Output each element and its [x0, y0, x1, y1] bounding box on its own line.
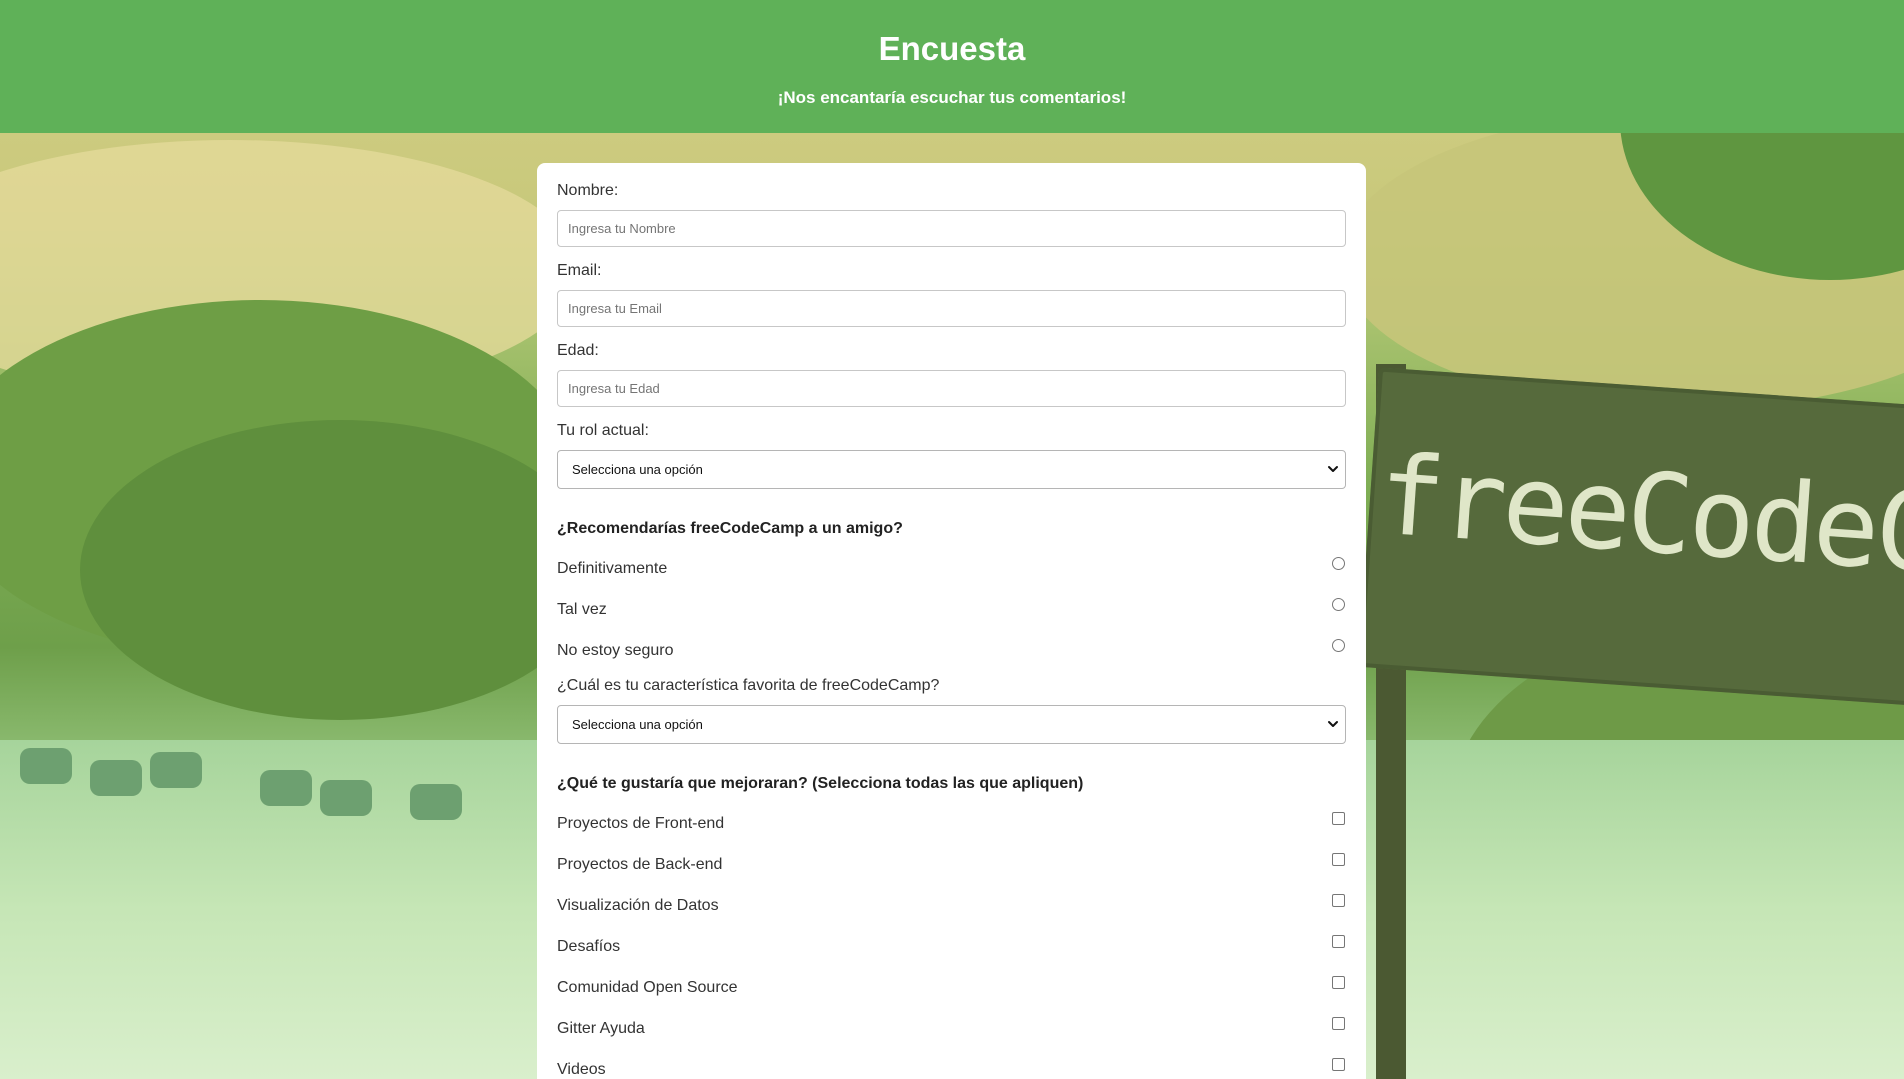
- improve-option-label: Videos: [557, 1061, 606, 1078]
- improve-checkbox-open-source[interactable]: [1332, 976, 1345, 989]
- improve-option-label: Visualización de Datos: [557, 897, 719, 914]
- improve-option-label: Proyectos de Front-end: [557, 815, 725, 832]
- improve-option-label: Gitter Ayuda: [557, 1020, 645, 1037]
- role-dropdown[interactable]: Selecciona una opción: [557, 450, 1346, 489]
- recommend-option-label: Tal vez: [557, 601, 607, 618]
- recommend-radio-tal-vez[interactable]: [1332, 598, 1345, 611]
- improve-checkbox-front-end[interactable]: [1332, 812, 1345, 825]
- email-label: Email:: [557, 262, 602, 279]
- name-label: Nombre:: [557, 182, 619, 199]
- improve-option-label: Proyectos de Back-end: [557, 856, 723, 873]
- recommend-radio-no-seguro[interactable]: [1332, 639, 1345, 652]
- improve-checkbox-data-viz[interactable]: [1332, 894, 1345, 907]
- name-input[interactable]: [557, 210, 1346, 247]
- recommend-question: ¿Recomendarías freeCodeCamp a un amigo?: [557, 520, 903, 537]
- chevron-down-icon: [1328, 721, 1338, 727]
- improve-option-label: Comunidad Open Source: [557, 979, 738, 996]
- improve-checkbox-gitter[interactable]: [1332, 1017, 1345, 1030]
- improve-option-label: Desafíos: [557, 938, 621, 955]
- improve-checkbox-videos[interactable]: [1332, 1058, 1345, 1071]
- chevron-down-icon: [1328, 466, 1338, 472]
- recommend-radio-definitivamente[interactable]: [1332, 557, 1345, 570]
- recommend-option-label: Definitivamente: [557, 560, 668, 577]
- improve-question: ¿Qué te gustaría que mejoraran? (Selecci…: [557, 775, 1084, 792]
- favorite-dropdown[interactable]: Selecciona una opción: [557, 705, 1346, 744]
- favorite-label: ¿Cuál es tu característica favorita de f…: [557, 677, 940, 694]
- role-dropdown-value: Selecciona una opción: [572, 462, 703, 477]
- email-input[interactable]: [557, 290, 1346, 327]
- favorite-dropdown-value: Selecciona una opción: [572, 717, 703, 732]
- improve-checkbox-back-end[interactable]: [1332, 853, 1345, 866]
- survey-form: Nombre: Email: Edad: Tu rol actual: Sele…: [537, 163, 1366, 1079]
- improve-checkbox-challenges[interactable]: [1332, 935, 1345, 948]
- recommend-option-label: No estoy seguro: [557, 642, 674, 659]
- page-header: Encuesta ¡Nos encantaría escuchar tus co…: [0, 0, 1904, 133]
- age-label: Edad:: [557, 342, 599, 359]
- role-label: Tu rol actual:: [557, 422, 649, 439]
- page-description: ¡Nos encantaría escuchar tus comentarios…: [777, 88, 1127, 107]
- age-input[interactable]: [557, 370, 1346, 407]
- page-title: Encuesta: [878, 30, 1026, 67]
